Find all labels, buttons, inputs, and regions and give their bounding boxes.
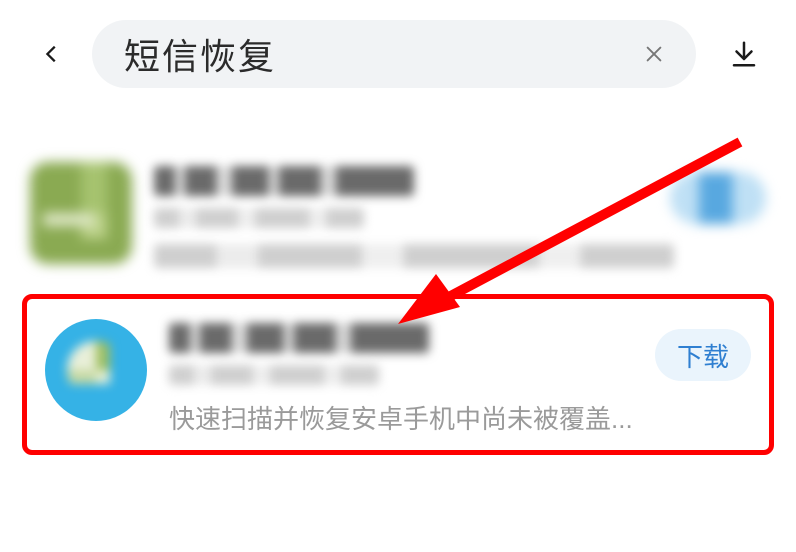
install-button[interactable] bbox=[670, 172, 766, 224]
app-body bbox=[154, 162, 766, 268]
download-button[interactable]: 下载 bbox=[655, 329, 751, 381]
app-icon bbox=[45, 319, 147, 421]
app-description: 快速扫描并恢复安卓手机中尚未被覆盖... bbox=[169, 399, 729, 436]
app-subtitle bbox=[169, 365, 379, 385]
app-result-item[interactable]: 下载 快速扫描并恢复安卓手机中尚未被覆盖... bbox=[37, 313, 759, 436]
app-body: 下载 快速扫描并恢复安卓手机中尚未被覆盖... bbox=[169, 319, 751, 436]
app-icon bbox=[30, 162, 132, 264]
download-icon bbox=[729, 39, 759, 69]
app-description bbox=[154, 244, 674, 268]
search-input[interactable] bbox=[124, 33, 622, 75]
app-title bbox=[169, 323, 429, 353]
close-icon bbox=[643, 43, 665, 65]
search-header bbox=[0, 0, 796, 108]
app-title bbox=[154, 166, 414, 196]
app-subtitle bbox=[154, 208, 364, 228]
highlighted-result: 下载 快速扫描并恢复安卓手机中尚未被覆盖... bbox=[22, 294, 774, 455]
chevron-left-icon bbox=[41, 43, 63, 65]
search-box[interactable] bbox=[92, 20, 696, 88]
search-results: 下载 快速扫描并恢复安卓手机中尚未被覆盖... bbox=[0, 148, 796, 455]
downloads-button[interactable] bbox=[720, 30, 768, 78]
app-result-item[interactable] bbox=[18, 148, 778, 282]
back-button[interactable] bbox=[28, 30, 76, 78]
clear-search-button[interactable] bbox=[634, 34, 674, 74]
